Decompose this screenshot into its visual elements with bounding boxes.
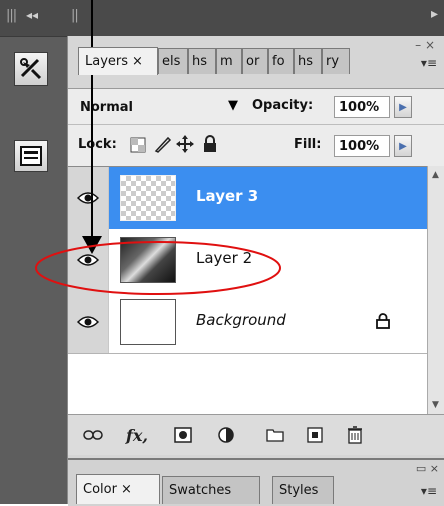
annotation-overlay (35, 0, 281, 295)
tab-close-icon[interactable]: × (132, 54, 143, 69)
tab-close-icon[interactable]: × (121, 482, 132, 497)
tab-layers[interactable]: Layers × (78, 47, 158, 75)
annotation-ellipse (35, 241, 281, 295)
tab-color-label: Color (83, 482, 117, 497)
tab-layers-label: Layers (85, 54, 129, 69)
tab-color[interactable]: Color × (76, 474, 160, 504)
